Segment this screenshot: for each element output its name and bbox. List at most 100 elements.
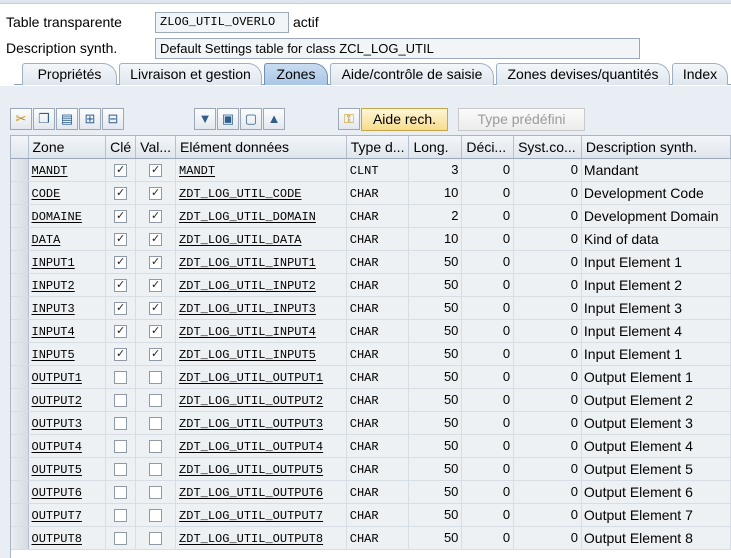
data-element-link[interactable]: ZDT_LOG_UTIL_OUTPUT3 bbox=[179, 417, 323, 431]
row-selector[interactable] bbox=[11, 181, 29, 205]
zone-cell[interactable]: DATA bbox=[28, 227, 107, 251]
zone-cell[interactable]: INPUT3 bbox=[28, 296, 107, 320]
data-element-link[interactable]: ZDT_LOG_UTIL_OUTPUT4 bbox=[179, 440, 323, 454]
data-element-link[interactable]: ZDT_LOG_UTIL_DATA bbox=[179, 233, 301, 247]
initial-values-checkbox[interactable] bbox=[149, 509, 163, 523]
data-element-link[interactable]: ZDT_LOG_UTIL_OUTPUT8 bbox=[179, 532, 323, 546]
row-selector[interactable] bbox=[11, 503, 29, 527]
initial-values-checkbox[interactable] bbox=[149, 486, 163, 500]
initial-values-checkbox[interactable]: ✓ bbox=[149, 164, 163, 178]
cut-icon[interactable]: ✂ bbox=[10, 108, 32, 130]
key-checkbox[interactable] bbox=[114, 417, 128, 431]
zone-cell[interactable]: INPUT5 bbox=[28, 342, 107, 366]
data-element-cell[interactable]: ZDT_LOG_UTIL_OUTPUT6 bbox=[175, 480, 347, 504]
zone-name[interactable]: INPUT4 bbox=[32, 325, 75, 339]
initial-values-checkbox[interactable] bbox=[149, 371, 163, 385]
zone-name[interactable]: CODE bbox=[32, 187, 61, 201]
initial-values-checkbox[interactable] bbox=[149, 394, 163, 408]
key-checkbox[interactable] bbox=[114, 486, 128, 500]
data-element-cell[interactable]: ZDT_LOG_UTIL_INPUT3 bbox=[175, 296, 347, 320]
zone-name[interactable]: OUTPUT7 bbox=[32, 509, 82, 523]
data-element-cell[interactable]: ZDT_LOG_UTIL_INPUT1 bbox=[175, 250, 347, 274]
key-checkbox[interactable]: ✓ bbox=[114, 187, 128, 201]
row-selector[interactable] bbox=[11, 434, 29, 458]
row-selector[interactable] bbox=[11, 204, 29, 228]
column-header-key[interactable]: Clé bbox=[105, 136, 137, 159]
tab-properties[interactable]: Propriétés bbox=[22, 63, 117, 85]
tab-fields[interactable]: Zones bbox=[264, 63, 328, 85]
table-row[interactable]: DOMAINE ✓ ✓ ZDT_LOG_UTIL_DOMAIN CHAR 2 0 0 Devel… bbox=[11, 204, 731, 228]
zone-cell[interactable]: CODE bbox=[28, 181, 107, 205]
zone-cell[interactable]: OUTPUT5 bbox=[28, 457, 107, 481]
tab-currency-quantity-fields[interactable]: Zones devises/quantités bbox=[496, 63, 670, 85]
column-header-initial-values[interactable]: Val... bbox=[135, 136, 177, 159]
data-element-cell[interactable]: ZDT_LOG_UTIL_INPUT4 bbox=[175, 319, 347, 343]
row-selector[interactable] bbox=[11, 388, 29, 412]
initial-values-checkbox[interactable] bbox=[149, 440, 163, 454]
zone-name[interactable]: INPUT3 bbox=[32, 302, 75, 316]
paste-icon[interactable]: ▤ bbox=[56, 108, 78, 130]
data-element-cell[interactable]: ZDT_LOG_UTIL_OUTPUT2 bbox=[175, 388, 347, 412]
row-selector[interactable] bbox=[11, 296, 29, 320]
zone-name[interactable]: OUTPUT1 bbox=[32, 371, 82, 385]
zone-cell[interactable]: MANDT bbox=[28, 158, 107, 182]
zone-name[interactable]: INPUT1 bbox=[32, 256, 75, 270]
key-checkbox[interactable] bbox=[114, 509, 128, 523]
zone-cell[interactable]: OUTPUT1 bbox=[28, 365, 107, 389]
key-checkbox[interactable]: ✓ bbox=[114, 164, 128, 178]
search-help-button[interactable]: Aide rech. bbox=[361, 108, 448, 131]
table-row[interactable]: INPUT1 ✓ ✓ ZDT_LOG_UTIL_INPUT1 CHAR 50 0 0 Input… bbox=[11, 250, 731, 274]
initial-values-checkbox[interactable]: ✓ bbox=[149, 302, 163, 316]
zone-name[interactable]: MANDT bbox=[32, 164, 68, 178]
data-element-link[interactable]: ZDT_LOG_UTIL_DOMAIN bbox=[179, 210, 316, 224]
data-element-cell[interactable]: ZDT_LOG_UTIL_DATA bbox=[175, 227, 347, 251]
data-element-link[interactable]: ZDT_LOG_UTIL_OUTPUT1 bbox=[179, 371, 323, 385]
table-row[interactable]: INPUT3 ✓ ✓ ZDT_LOG_UTIL_INPUT3 CHAR 50 0 0 Input… bbox=[11, 296, 731, 320]
tab-delivery-maintenance[interactable]: Livraison et gestion bbox=[119, 63, 262, 85]
initial-values-checkbox[interactable]: ✓ bbox=[149, 256, 163, 270]
zone-name[interactable]: DOMAINE bbox=[32, 210, 82, 224]
data-element-cell[interactable]: ZDT_LOG_UTIL_DOMAIN bbox=[175, 204, 347, 228]
data-element-link[interactable]: ZDT_LOG_UTIL_INPUT3 bbox=[179, 302, 316, 316]
key-checkbox[interactable] bbox=[114, 394, 128, 408]
row-selector[interactable] bbox=[11, 273, 29, 297]
table-row[interactable]: OUTPUT3 ZDT_LOG_UTIL_OUTPUT3 CHAR 50 0 0 Outpu… bbox=[11, 411, 731, 435]
table-row[interactable]: INPUT4 ✓ ✓ ZDT_LOG_UTIL_INPUT4 CHAR 50 0 0 Input… bbox=[11, 319, 731, 343]
deselect-icon[interactable]: ▢ bbox=[240, 108, 262, 130]
zone-cell[interactable]: INPUT2 bbox=[28, 273, 107, 297]
initial-values-checkbox[interactable]: ✓ bbox=[149, 325, 163, 339]
key-icon[interactable]: ⚿ bbox=[338, 108, 360, 130]
zone-cell[interactable]: OUTPUT8 bbox=[28, 526, 107, 550]
column-header-coordinate[interactable]: Syst.co... bbox=[513, 136, 582, 159]
data-element-cell[interactable]: ZDT_LOG_UTIL_OUTPUT4 bbox=[175, 434, 347, 458]
initial-values-checkbox[interactable]: ✓ bbox=[149, 210, 163, 224]
table-row[interactable]: OUTPUT5 ZDT_LOG_UTIL_OUTPUT5 CHAR 50 0 0 Outpu… bbox=[11, 457, 731, 481]
row-selector[interactable] bbox=[11, 526, 29, 550]
data-element-cell[interactable]: ZDT_LOG_UTIL_INPUT2 bbox=[175, 273, 347, 297]
key-checkbox[interactable]: ✓ bbox=[114, 325, 128, 339]
table-row[interactable]: INPUT2 ✓ ✓ ZDT_LOG_UTIL_INPUT2 CHAR 50 0 0 Input… bbox=[11, 273, 731, 297]
table-name-field[interactable]: ZLOG_UTIL_OVERLO bbox=[155, 12, 289, 33]
table-row[interactable]: MANDT ✓ ✓ MANDT CLNT 3 0 0 Mandant bbox=[11, 158, 731, 182]
initial-values-checkbox[interactable] bbox=[149, 463, 163, 477]
row-selector[interactable] bbox=[11, 457, 29, 481]
table-row[interactable]: OUTPUT1 ZDT_LOG_UTIL_OUTPUT1 CHAR 50 0 0 Outpu… bbox=[11, 365, 731, 389]
key-checkbox[interactable]: ✓ bbox=[114, 233, 128, 247]
zone-cell[interactable]: OUTPUT2 bbox=[28, 388, 107, 412]
insert-row-icon[interactable]: ⊞ bbox=[79, 108, 101, 130]
zone-name[interactable]: INPUT2 bbox=[32, 279, 75, 293]
data-element-link[interactable]: ZDT_LOG_UTIL_CODE bbox=[179, 187, 301, 201]
zone-cell[interactable]: OUTPUT6 bbox=[28, 480, 107, 504]
initial-values-checkbox[interactable]: ✓ bbox=[149, 279, 163, 293]
key-checkbox[interactable] bbox=[114, 371, 128, 385]
data-element-cell[interactable]: ZDT_LOG_UTIL_OUTPUT3 bbox=[175, 411, 347, 435]
zone-name[interactable]: DATA bbox=[32, 233, 61, 247]
row-selector[interactable] bbox=[11, 227, 29, 251]
data-element-link[interactable]: ZDT_LOG_UTIL_INPUT2 bbox=[179, 279, 316, 293]
row-selector[interactable] bbox=[11, 365, 29, 389]
table-row[interactable]: OUTPUT8 ZDT_LOG_UTIL_OUTPUT8 CHAR 50 0 0 Outpu… bbox=[11, 526, 731, 550]
row-selector[interactable] bbox=[11, 319, 29, 343]
table-row[interactable]: OUTPUT7 ZDT_LOG_UTIL_OUTPUT7 CHAR 50 0 0 Outpu… bbox=[11, 503, 731, 527]
zone-cell[interactable]: INPUT4 bbox=[28, 319, 107, 343]
key-checkbox[interactable] bbox=[114, 440, 128, 454]
